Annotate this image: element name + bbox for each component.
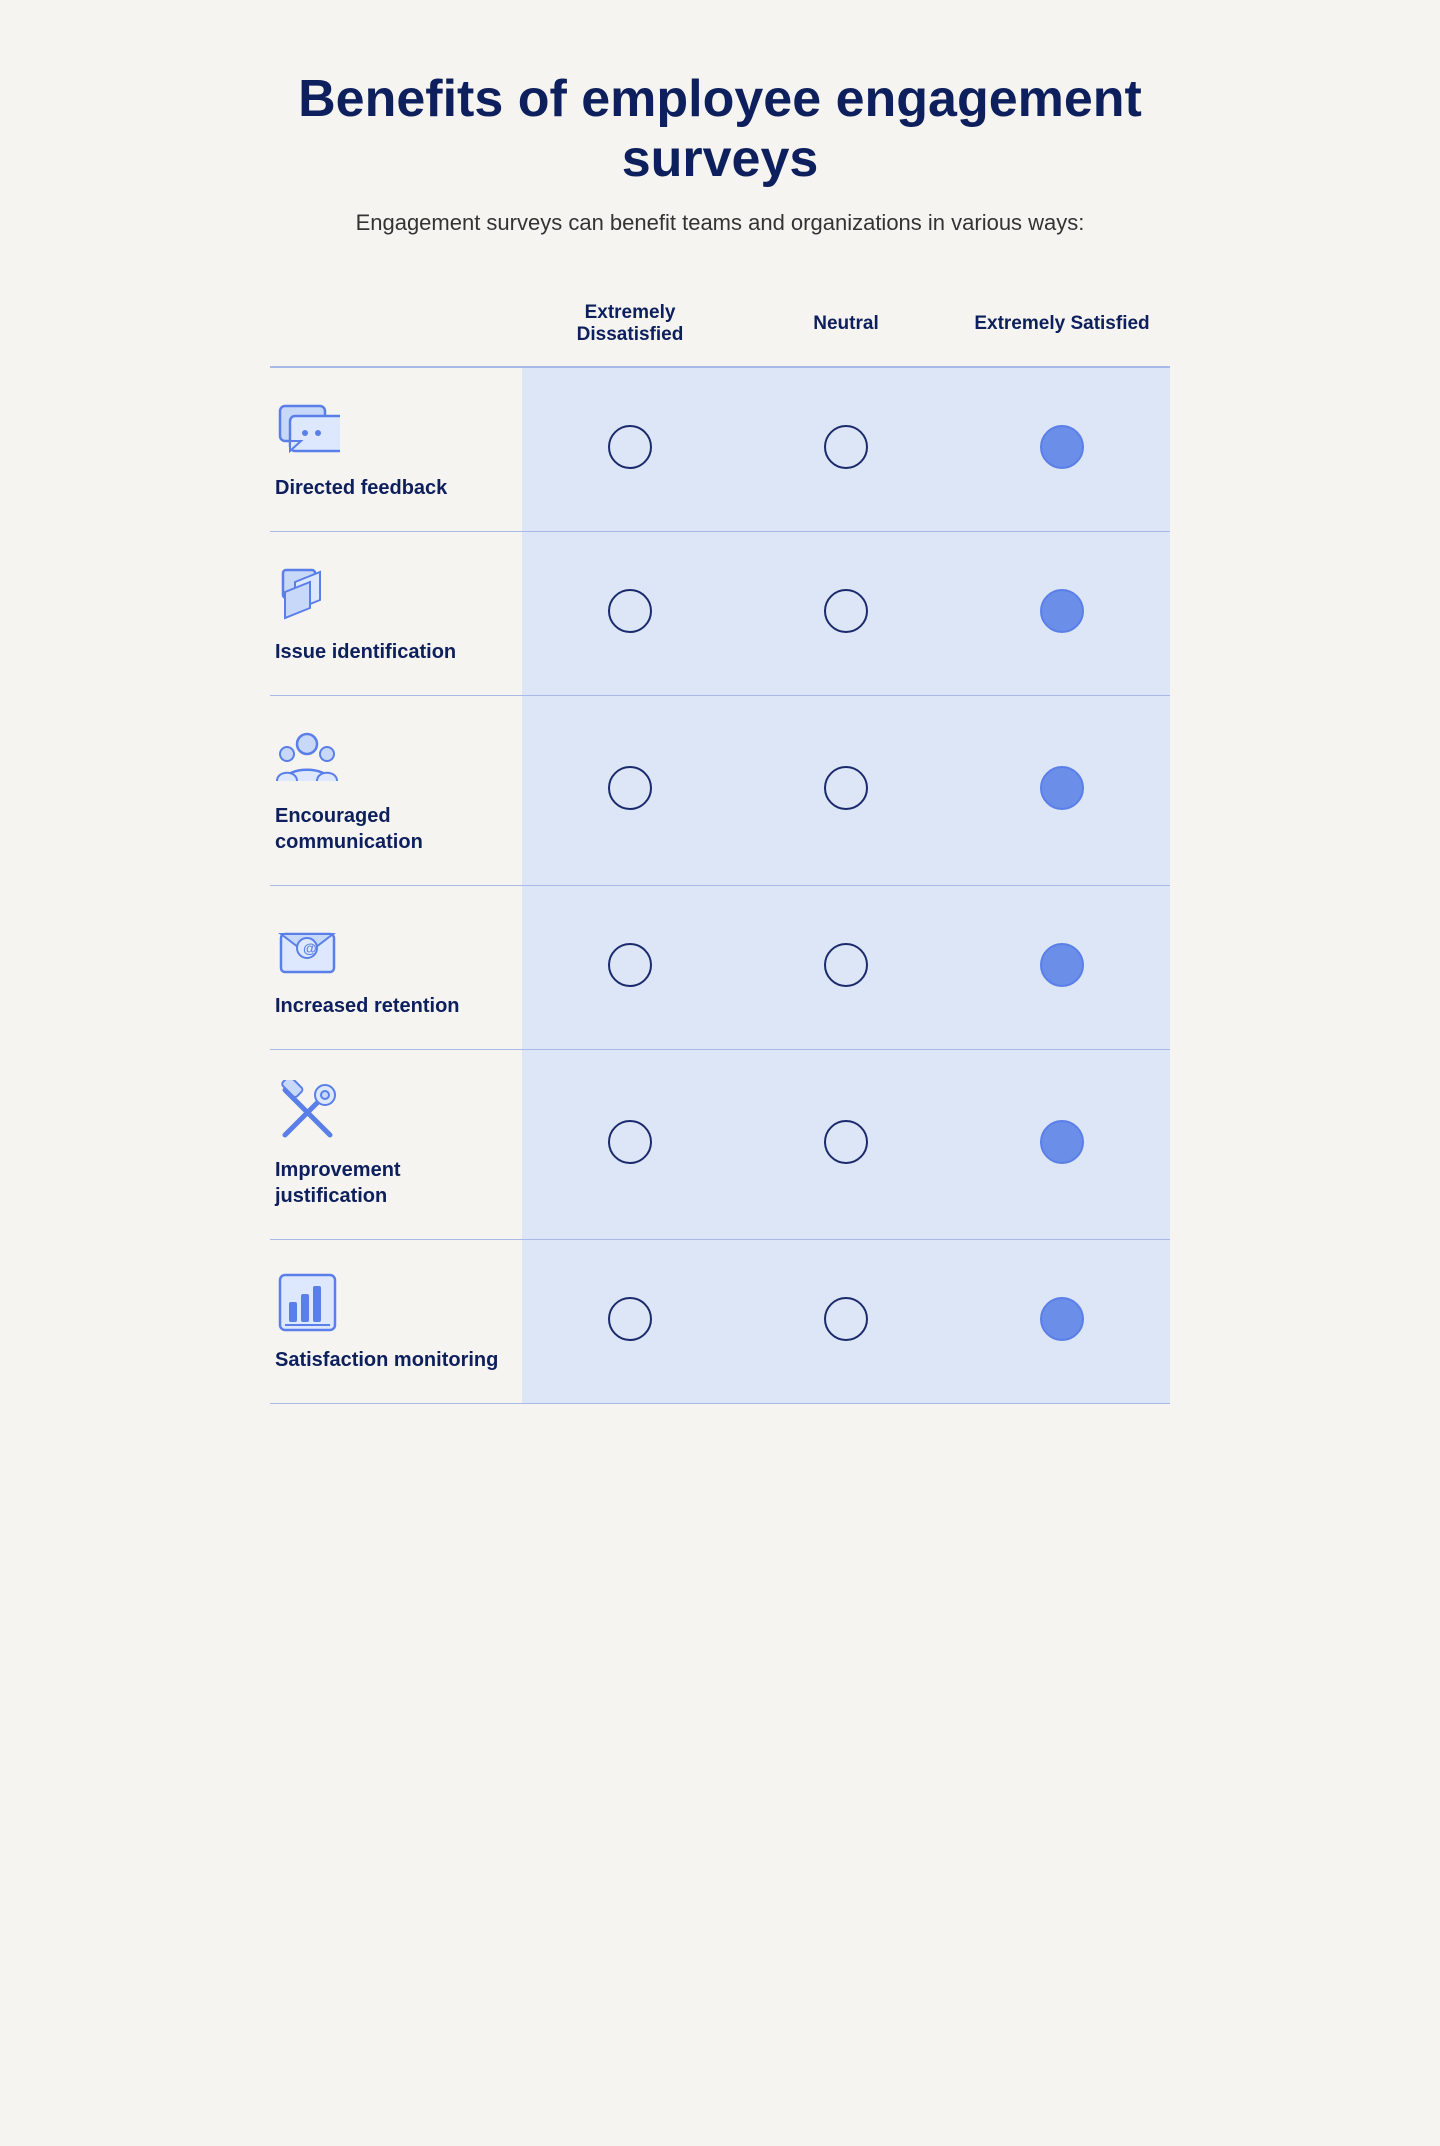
item-label-increased-retention: Increased retention — [275, 993, 460, 1019]
col-header-satisfied: Extremely Satisfied — [954, 286, 1170, 367]
page-subtitle: Engagement surveys can benefit teams and… — [270, 210, 1170, 236]
table-row: Improvement justification — [270, 1049, 1170, 1239]
item-cell-issue-identification: Issue identification — [270, 531, 522, 695]
col-header-item — [270, 286, 522, 367]
radio-neutral-satisfaction-monitoring[interactable] — [738, 1239, 954, 1403]
table-row: @ Increased retention — [270, 885, 1170, 1049]
table-row: Encouraged communication — [270, 695, 1170, 885]
survey-table: Extremely Dissatisfied Neutral Extremely… — [270, 286, 1170, 1404]
page-container: Benefits of employee engagement surveys … — [270, 40, 1170, 1404]
radio-dissatisfied-directed-feedback[interactable] — [522, 367, 738, 532]
table-row: Satisfaction monitoring — [270, 1239, 1170, 1403]
email-icon: @ — [275, 916, 340, 981]
item-label-directed-feedback: Directed feedback — [275, 475, 447, 501]
col-header-neutral: Neutral — [738, 286, 954, 367]
chat-icon — [275, 398, 340, 463]
col-header-dissatisfied: Extremely Dissatisfied — [522, 286, 738, 367]
radio-satisfied-satisfaction-monitoring[interactable] — [954, 1239, 1170, 1403]
item-cell-satisfaction-monitoring: Satisfaction monitoring — [270, 1239, 522, 1403]
radio-neutral-improvement-justification[interactable] — [738, 1049, 954, 1239]
table-row: Issue identification — [270, 531, 1170, 695]
item-cell-directed-feedback: Directed feedback — [270, 367, 522, 532]
radio-satisfied-increased-retention[interactable] — [954, 885, 1170, 1049]
chart-icon — [275, 1270, 340, 1335]
radio-neutral-encouraged-communication[interactable] — [738, 695, 954, 885]
radio-dissatisfied-encouraged-communication[interactable] — [522, 695, 738, 885]
radio-dissatisfied-increased-retention[interactable] — [522, 885, 738, 1049]
radio-neutral-directed-feedback[interactable] — [738, 367, 954, 532]
item-cell-increased-retention: @ Increased retention — [270, 885, 522, 1049]
item-cell-improvement-justification: Improvement justification — [270, 1049, 522, 1239]
radio-neutral-issue-identification[interactable] — [738, 531, 954, 695]
radio-satisfied-encouraged-communication[interactable] — [954, 695, 1170, 885]
item-label-improvement-justification: Improvement justification — [275, 1157, 507, 1209]
people-icon — [275, 726, 340, 791]
svg-text:@: @ — [303, 940, 317, 956]
radio-satisfied-improvement-justification[interactable] — [954, 1049, 1170, 1239]
flag-icon — [275, 562, 340, 627]
item-label-satisfaction-monitoring: Satisfaction monitoring — [275, 1347, 498, 1373]
radio-satisfied-issue-identification[interactable] — [954, 531, 1170, 695]
page-title: Benefits of employee engagement surveys — [270, 70, 1170, 190]
table-header-row: Extremely Dissatisfied Neutral Extremely… — [270, 286, 1170, 367]
radio-dissatisfied-issue-identification[interactable] — [522, 531, 738, 695]
table-row: Directed feedback — [270, 367, 1170, 532]
item-cell-encouraged-communication: Encouraged communication — [270, 695, 522, 885]
radio-neutral-increased-retention[interactable] — [738, 885, 954, 1049]
radio-satisfied-directed-feedback[interactable] — [954, 367, 1170, 532]
item-label-issue-identification: Issue identification — [275, 639, 456, 665]
tools-icon — [275, 1080, 340, 1145]
radio-dissatisfied-satisfaction-monitoring[interactable] — [522, 1239, 738, 1403]
radio-dissatisfied-improvement-justification[interactable] — [522, 1049, 738, 1239]
item-label-encouraged-communication: Encouraged communication — [275, 803, 507, 855]
